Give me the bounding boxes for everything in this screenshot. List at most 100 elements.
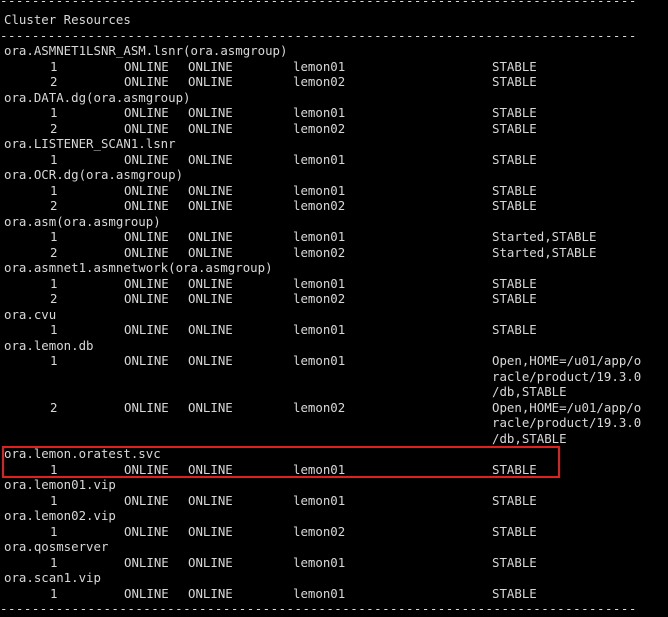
- resource-instance-row: 1 ONLINE ONLINE lemon01: [0, 152, 668, 168]
- state-details: STABLE: [492, 182, 537, 198]
- server-name: lemon02: [293, 74, 346, 89]
- instance-number: 1: [50, 492, 58, 508]
- state-status: ONLINE: [188, 461, 233, 477]
- target-status: ONLINE: [124, 244, 169, 260]
- state-details: racle/product/19.3.0: [492, 368, 642, 384]
- server-name: lemon01: [293, 275, 346, 291]
- server-name: lemon02: [293, 291, 346, 306]
- instance-number: 1: [50, 182, 58, 198]
- target-status: ONLINE: [124, 74, 169, 89]
- state-status: ONLINE: [188, 353, 233, 368]
- state-status: ONLINE: [188, 399, 233, 415]
- server-name: lemon01: [293, 322, 346, 337]
- server-name: lemon02: [293, 399, 346, 415]
- state-details: STABLE: [492, 58, 537, 74]
- resource-instance-row: 1 ONLINE ONLINE lemon01: [0, 555, 668, 571]
- resource-name: ora.LISTENER_SCAN1.lsnr: [4, 136, 176, 151]
- resource-instance-row: 1 ONLINE ONLINE lemon01: [0, 276, 668, 292]
- resource-name: ora.lemon02.vip: [4, 508, 116, 523]
- divider-bottom: ----------------------------------------…: [0, 601, 637, 616]
- server-name: lemon01: [293, 585, 346, 601]
- state-status: ONLINE: [188, 58, 233, 74]
- terminal-output[interactable]: ----------------------------------------…: [0, 0, 668, 616]
- resource-instance-row: 1 ONLINE ONLINE lemon02: [0, 524, 668, 540]
- state-details: STABLE: [492, 554, 537, 570]
- state-status: ONLINE: [188, 554, 233, 570]
- instance-number: 2: [50, 291, 58, 306]
- instance-number: 2: [50, 244, 58, 260]
- state-details: Open,HOME=/u01/app/o: [492, 399, 642, 415]
- state-status: ONLINE: [188, 182, 233, 198]
- server-name: lemon02: [293, 244, 346, 260]
- instance-number: 1: [50, 523, 58, 539]
- instance-number: 1: [50, 461, 58, 477]
- state-details: STABLE: [492, 461, 537, 477]
- instance-number: 1: [50, 275, 58, 291]
- target-status: ONLINE: [124, 353, 169, 368]
- instance-number: 1: [50, 353, 58, 368]
- resource-instance-row: 1 ONLINE ONLINE lemon01: [0, 59, 668, 75]
- target-status: ONLINE: [124, 198, 169, 213]
- state-details: STABLE: [492, 74, 537, 89]
- resource-instance-row: 1 ONLINE ONLINE lemon01: [0, 493, 668, 509]
- resource-instance-row: 2 ONLINE ONLINE lemon02: [0, 198, 668, 214]
- instance-number: 1: [50, 229, 58, 244]
- section-title: Cluster Resources: [4, 12, 131, 27]
- instance-number: 1: [50, 151, 58, 167]
- server-name: lemon01: [293, 461, 346, 477]
- state-details: Open,HOME=/u01/app/o: [492, 353, 642, 368]
- state-details: STABLE: [492, 523, 537, 539]
- divider-top: ----------------------------------------…: [0, 0, 637, 8]
- resource-instance-row: 1 ONLINE ONLINE lemon01: [0, 586, 668, 602]
- state-status: ONLINE: [188, 151, 233, 167]
- instance-number: 2: [50, 399, 58, 415]
- target-status: ONLINE: [124, 585, 169, 601]
- resource-instance-row: 1 ONLINE ONLINE lemon01: [0, 322, 668, 338]
- instance-number: 2: [50, 74, 58, 89]
- state-status: ONLINE: [188, 74, 233, 89]
- state-status: ONLINE: [188, 275, 233, 291]
- target-status: ONLINE: [124, 492, 169, 508]
- resource-name: ora.scan1.vip: [4, 570, 101, 585]
- resource-instance-row: 1 ONLINE ONLINE lemon01: [0, 105, 668, 121]
- resource-name: ora.OCR.dg(ora.asmgroup): [4, 167, 184, 182]
- instance-number: 1: [50, 554, 58, 570]
- target-status: ONLINE: [124, 554, 169, 570]
- server-name: lemon01: [293, 492, 346, 508]
- state-details: STABLE: [492, 151, 537, 167]
- state-status: ONLINE: [188, 585, 233, 601]
- resource-name: ora.ASMNET1LSNR_ASM.lsnr(ora.asmgroup): [4, 43, 288, 58]
- resource-name: ora.asm(ora.asmgroup): [4, 213, 161, 229]
- state-details: Started,STABLE: [492, 244, 597, 260]
- server-name: lemon02: [293, 198, 346, 213]
- state-status: ONLINE: [188, 120, 233, 136]
- resource-name: ora.lemon.db: [4, 337, 94, 353]
- server-name: lemon01: [293, 151, 346, 167]
- target-status: ONLINE: [124, 322, 169, 337]
- server-name: lemon01: [293, 182, 346, 198]
- server-name: lemon01: [293, 554, 346, 570]
- server-name: lemon02: [293, 120, 346, 136]
- target-status: ONLINE: [124, 291, 169, 306]
- state-details: Started,STABLE: [492, 229, 597, 244]
- state-details: /db,STABLE: [492, 430, 567, 446]
- state-details: STABLE: [492, 275, 537, 291]
- target-status: ONLINE: [124, 399, 169, 415]
- instance-number: 2: [50, 120, 58, 136]
- instance-number: 2: [50, 198, 58, 213]
- server-name: lemon01: [293, 105, 346, 120]
- target-status: ONLINE: [124, 182, 169, 198]
- server-name: lemon01: [293, 229, 346, 244]
- state-status: ONLINE: [188, 105, 233, 120]
- target-status: ONLINE: [124, 523, 169, 539]
- state-details: STABLE: [492, 105, 537, 120]
- target-status: ONLINE: [124, 120, 169, 136]
- state-status: ONLINE: [188, 291, 233, 306]
- target-status: ONLINE: [124, 151, 169, 167]
- target-status: ONLINE: [124, 461, 169, 477]
- resource-name: ora.DATA.dg(ora.asmgroup): [4, 89, 191, 105]
- instance-number: 1: [50, 105, 58, 120]
- state-status: ONLINE: [188, 322, 233, 337]
- server-name: lemon02: [293, 523, 346, 539]
- state-status: ONLINE: [188, 523, 233, 539]
